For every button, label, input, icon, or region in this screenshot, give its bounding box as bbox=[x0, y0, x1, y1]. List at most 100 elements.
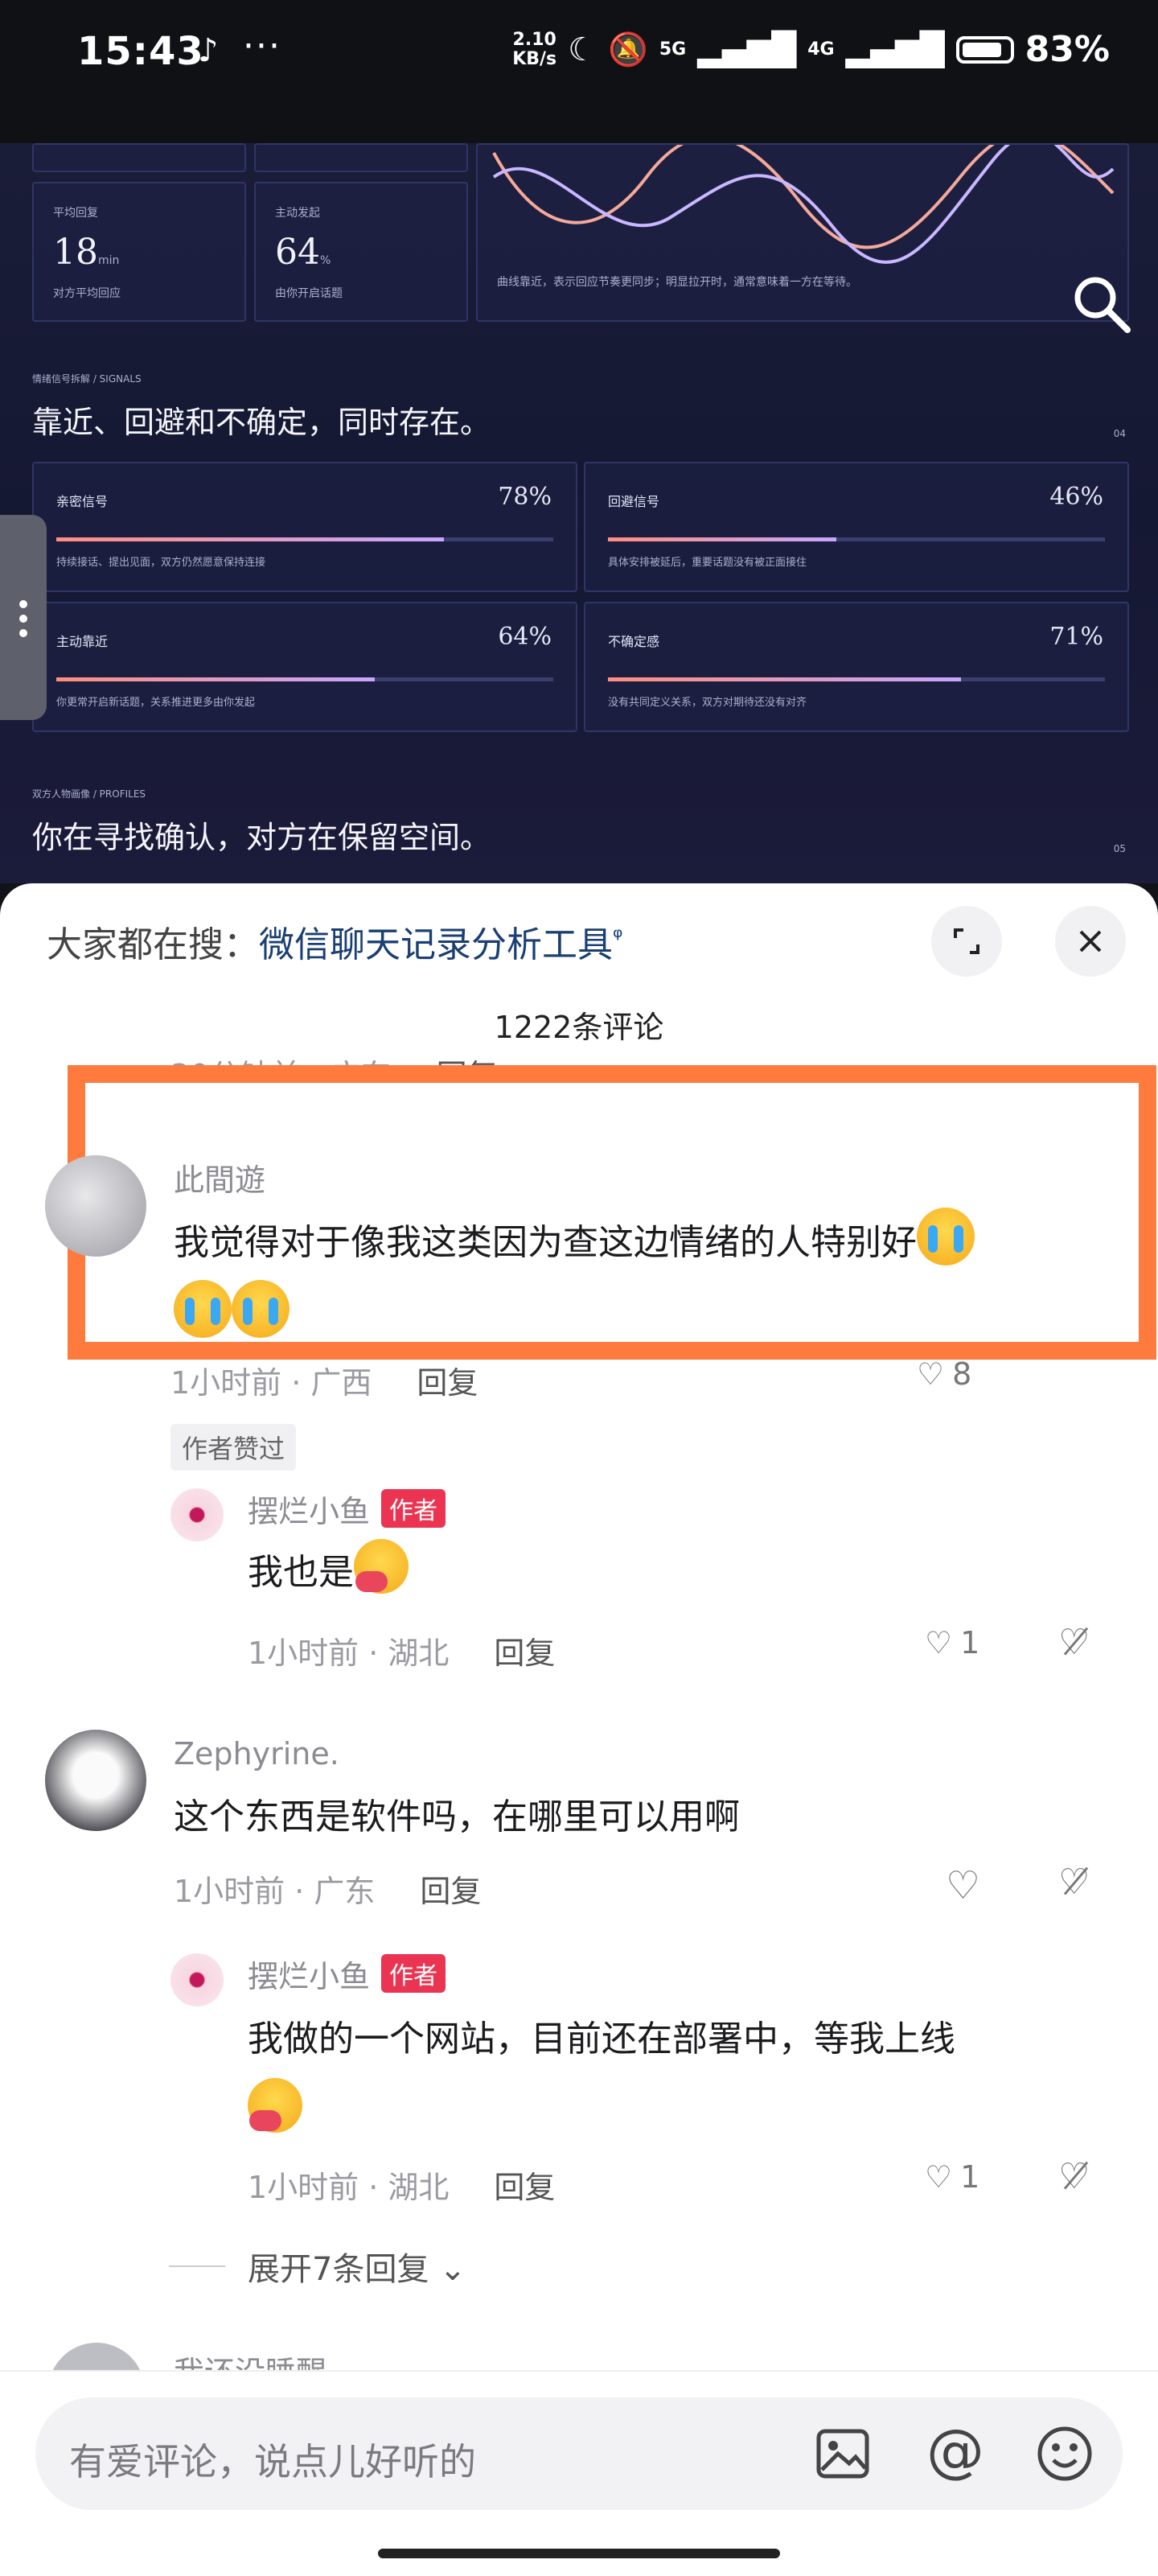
like-button[interactable]: ♡ 1 bbox=[925, 1625, 979, 1660]
video-frame: 平均回复 18min 对方平均回应 主动发起 64% 由你开启话题 曲线靠近，表… bbox=[0, 143, 1158, 883]
comment-meta: 1小时前 · 广东 回复 bbox=[174, 1874, 482, 1909]
crying-emoji bbox=[174, 1280, 232, 1338]
avatar[interactable] bbox=[45, 1730, 146, 1831]
stat-caption: 由你开启话题 bbox=[275, 287, 343, 300]
hot-search-keyword[interactable]: 微信聊天记录分析工具 bbox=[259, 924, 613, 965]
heart-icon: ♡ bbox=[925, 1625, 953, 1660]
rhythm-wave-chart bbox=[492, 145, 1115, 264]
comment-input[interactable]: 有爱评论，说点儿好听的 @ bbox=[35, 2397, 1123, 2510]
reply-text: 我也是 bbox=[248, 1537, 409, 1609]
stat-value: 64% bbox=[275, 232, 331, 273]
stat-label: 主动发起 bbox=[275, 207, 320, 220]
signal-bar-fill bbox=[56, 677, 375, 681]
stat-card-partial-2 bbox=[254, 143, 468, 172]
signal-bar bbox=[56, 537, 553, 541]
signal-desc: 你更常开启新话题，关系推进更多由你发起 bbox=[56, 697, 256, 709]
author-tag: 作者 bbox=[381, 1954, 446, 1993]
profiles-title: 你在寻找确认，对方在保留空间。 bbox=[32, 820, 491, 855]
signal-bar-fill bbox=[608, 677, 961, 681]
home-indicator[interactable] bbox=[378, 2549, 780, 2558]
reply-meta: 1小时前 · 湖北 回复 bbox=[248, 2170, 556, 2205]
wave-caption: 曲线靠近，表示回应节奏更同步；明显拉开时，通常意味着一方在等待。 bbox=[497, 276, 857, 289]
image-icon[interactable] bbox=[815, 2426, 870, 2481]
reply-button[interactable]: 回复 bbox=[494, 1636, 555, 1671]
signal-desc: 没有共同定义关系，双方对期待还没有对齐 bbox=[608, 697, 807, 709]
comment-author[interactable]: Zephyrine. bbox=[174, 1736, 339, 1772]
reply-button[interactable]: 回复 bbox=[420, 1874, 481, 1909]
like-button[interactable]: ♡ 1 bbox=[925, 2159, 979, 2195]
profiles-page: 05 bbox=[1113, 843, 1126, 854]
dislike-button[interactable]: ♡̸ bbox=[1058, 1862, 1090, 1903]
mute-icon: 🔕 bbox=[608, 31, 648, 68]
more-notifications-icon: ··· bbox=[243, 26, 281, 67]
author-liked-badge: 作者赞过 bbox=[170, 1424, 297, 1471]
comment-author[interactable]: 此間遊 bbox=[174, 1155, 265, 1200]
stat-card-partial-1 bbox=[32, 143, 246, 172]
like-button[interactable]: ♡ 8 bbox=[917, 1356, 971, 1392]
hot-search[interactable]: 大家都在搜：微信聊天记录分析工具ᵠ bbox=[47, 916, 622, 967]
signal-percent: 78% bbox=[498, 483, 552, 511]
comment-input-placeholder: 有爱评论，说点儿好听的 bbox=[69, 2440, 476, 2483]
signal-bar bbox=[608, 537, 1105, 541]
signal-bars-icon-2: ▂▄▆█ bbox=[845, 31, 945, 68]
reply-author[interactable]: 摆烂小鱼 作者 bbox=[248, 1487, 446, 1531]
hug-emoji bbox=[248, 2078, 302, 2133]
heart-icon: ♡ bbox=[925, 2159, 953, 2195]
signals-page: 04 bbox=[1113, 428, 1126, 439]
profiles-kicker: 双方人物画像 / PROFILES bbox=[32, 788, 146, 800]
comment-text: 我觉得对于像我这类因为查这边情绪的人特别好 bbox=[174, 1207, 1123, 1352]
heart-icon: ♡ bbox=[917, 1356, 945, 1392]
battery-level: 83% bbox=[1025, 29, 1110, 70]
search-icon[interactable] bbox=[1070, 272, 1134, 336]
emoji-icon[interactable] bbox=[1036, 2425, 1094, 2483]
net-speed: 2.10 KB/s bbox=[512, 29, 557, 69]
stat-value: 18min bbox=[53, 232, 120, 273]
comment-sheet: 大家都在搜：微信聊天记录分析工具ᵠ 1222条评论 30分钟前 · 广东回复 1… bbox=[0, 883, 1158, 2576]
signal-label: 不确定感 bbox=[608, 634, 660, 649]
signal-percent: 46% bbox=[1049, 483, 1103, 511]
reply-meta: 1小时前 · 湖北 回复 bbox=[248, 1636, 556, 1671]
dislike-button[interactable]: ♡̸ bbox=[1058, 1622, 1090, 1663]
signal-percent: 71% bbox=[1049, 623, 1103, 651]
expand-button[interactable] bbox=[931, 906, 1002, 977]
tiktok-icon: ♪ bbox=[198, 32, 219, 69]
crying-emoji bbox=[232, 1280, 290, 1338]
stat-card-reply: 平均回复 18min 对方平均回应 bbox=[32, 182, 246, 322]
avatar[interactable] bbox=[45, 1155, 146, 1257]
reply-button[interactable]: 回复 bbox=[494, 2170, 555, 2205]
dislike-button[interactable]: ♡̸ bbox=[1058, 2156, 1090, 2197]
battery-icon bbox=[955, 35, 1014, 64]
avatar[interactable] bbox=[170, 1488, 224, 1541]
signal-label: 亲密信号 bbox=[56, 494, 109, 509]
moon-icon: ☾ bbox=[568, 31, 597, 68]
like-button[interactable]: ♡ bbox=[946, 1863, 980, 1908]
status-icons: 2.10 KB/s ☾ 🔕 5G ▂▄▆█ 4G ▂▄▆█ 83% bbox=[512, 29, 1110, 70]
side-drawer-handle[interactable] bbox=[0, 515, 47, 720]
wave-card: 曲线靠近，表示回应节奏更同步；明显拉开时，通常意味着一方在等待。 bbox=[476, 143, 1129, 322]
mention-icon[interactable]: @ bbox=[926, 2417, 984, 2484]
signal-bar-fill bbox=[56, 537, 445, 541]
signal-label: 回避信号 bbox=[608, 494, 660, 509]
signal-bar bbox=[56, 677, 553, 681]
reply-text: 我做的一个网站，目前还在部署中，等我上线 bbox=[248, 2003, 1116, 2148]
signal-bars-icon: ▂▄▆█ bbox=[697, 31, 797, 68]
signal-bar bbox=[608, 677, 1105, 681]
video-player[interactable]: 平均回复 18min 对方平均回应 主动发起 64% 由你开启话题 曲线靠近，表… bbox=[0, 143, 1158, 883]
reply-author[interactable]: 摆烂小鱼 作者 bbox=[248, 1952, 446, 1996]
avatar[interactable] bbox=[170, 1953, 224, 2006]
reply-button[interactable]: 回复 bbox=[417, 1365, 478, 1401]
stat-label: 平均回复 bbox=[53, 207, 98, 220]
signals-title: 靠近、回避和不确定，同时存在。 bbox=[32, 405, 491, 440]
close-button[interactable] bbox=[1055, 906, 1126, 977]
signal-4g: 4G bbox=[807, 39, 835, 60]
stat-card-initiate: 主动发起 64% 由你开启话题 bbox=[254, 182, 468, 322]
signal-bar-fill bbox=[608, 537, 837, 541]
close-icon bbox=[1079, 930, 1102, 953]
status-time: 15:43 bbox=[77, 29, 204, 74]
author-tag: 作者 bbox=[381, 1489, 446, 1528]
signal-card: 主动靠近 64% 你更常开启新话题，关系推进更多由你发起 bbox=[32, 602, 577, 732]
expand-replies-button[interactable]: 展开7条回复 ⌄ bbox=[248, 2243, 466, 2290]
signal-percent: 64% bbox=[498, 623, 552, 651]
signal-label: 主动靠近 bbox=[56, 634, 109, 649]
hug-emoji bbox=[354, 1539, 409, 1594]
